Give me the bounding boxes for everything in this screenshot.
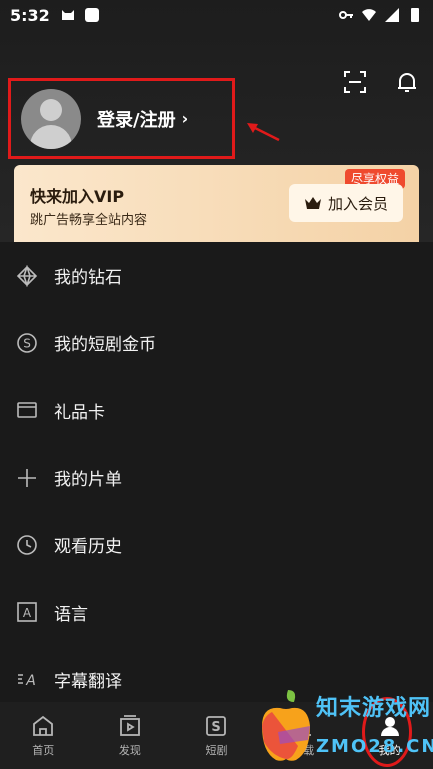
crown-icon	[304, 197, 321, 209]
notification-bell-icon[interactable]	[395, 70, 419, 94]
diamond-icon	[16, 264, 38, 287]
cat-app-icon	[61, 10, 74, 20]
home-icon	[33, 715, 54, 736]
menu-item-gift-card[interactable]: 礼品卡	[0, 377, 433, 444]
vip-subtitle: 跳广告畅享全站内容	[30, 213, 148, 228]
nav-tab-home[interactable]: 首页	[0, 702, 87, 769]
coin-icon: S	[16, 332, 38, 354]
menu-item-label: 语言	[54, 604, 88, 625]
menu-item-label: 字幕翻译	[54, 671, 122, 692]
language-icon: A	[16, 601, 38, 623]
svg-text:A: A	[25, 673, 36, 689]
menu-item-history[interactable]: 观看历史	[0, 511, 433, 578]
menu-item-label: 我的短剧金币	[54, 335, 156, 356]
menu-item-language[interactable]: A 语言	[0, 578, 433, 645]
nav-tab-discover[interactable]: 发现	[87, 702, 174, 769]
signal-icon	[385, 8, 399, 22]
status-bar: 5:32	[0, 0, 433, 30]
subtitle-translate-icon: A	[16, 668, 38, 690]
menu-item-label: 观看历史	[54, 537, 122, 558]
app-notification-icon	[84, 8, 99, 22]
menu-item-my-list[interactable]: 我的片单	[0, 444, 433, 511]
apple-logo-icon	[262, 690, 310, 761]
gift-card-icon	[16, 399, 38, 421]
login-register-entry[interactable]: 登录/注册 ›	[8, 78, 235, 159]
status-time: 5:32	[10, 5, 50, 25]
plus-icon	[16, 467, 38, 489]
account-menu: 我的钻石 S 我的短剧金币 礼品卡 我的片单 观看历史 A 语言 A 字幕翻译	[0, 242, 433, 702]
watermark-text-2: ZMO28.CN	[316, 736, 433, 757]
battery-icon	[411, 8, 419, 22]
menu-item-drama-coins[interactable]: S 我的短剧金币	[0, 309, 433, 376]
vip-promo-card[interactable]: 快来加入VIP 跳广告畅享全站内容 尽享权益 加入会员	[14, 165, 419, 247]
svg-text:S: S	[23, 336, 31, 350]
menu-item-label: 我的片单	[54, 470, 122, 491]
join-membership-label: 加入会员	[327, 194, 388, 213]
nav-tab-short-drama[interactable]: S 短剧	[173, 702, 260, 769]
menu-item-label: 我的钻石	[54, 268, 122, 289]
short-drama-icon: S	[206, 715, 227, 736]
watermark-text-1: 知末游戏网	[316, 696, 432, 721]
history-icon	[16, 534, 38, 556]
join-membership-button[interactable]: 加入会员	[289, 184, 403, 222]
svg-text:S: S	[212, 720, 221, 735]
svg-text:A: A	[23, 606, 32, 620]
nav-label: 短剧	[205, 743, 228, 757]
avatar[interactable]	[21, 88, 81, 149]
menu-item-label: 礼品卡	[54, 402, 105, 423]
vip-title: 快来加入VIP	[30, 187, 125, 206]
annotation-arrow	[247, 123, 280, 142]
login-register-label[interactable]: 登录/注册	[97, 106, 176, 132]
chevron-right-icon: ›	[181, 109, 189, 128]
nav-label: 发现	[118, 743, 141, 757]
menu-item-diamonds[interactable]: 我的钻石	[0, 242, 433, 309]
nav-label: 首页	[32, 743, 55, 757]
watermark: 知末游戏网 ZMO28.CN	[258, 686, 433, 769]
key-icon	[339, 11, 353, 19]
wifi-icon	[362, 9, 376, 21]
discover-icon	[119, 714, 140, 736]
scan-icon[interactable]	[343, 70, 367, 94]
